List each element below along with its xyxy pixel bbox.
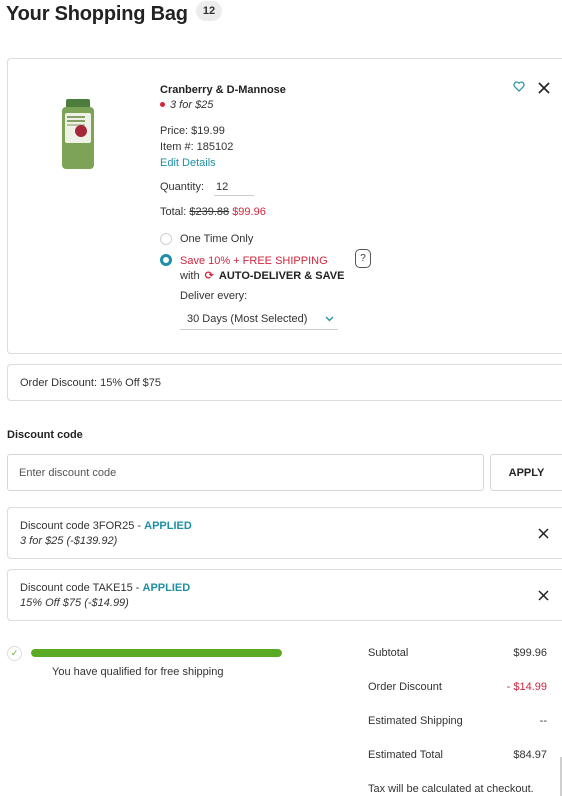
free-shipping-message: You have qualified for free shipping [52, 666, 224, 678]
deliver-every-label: Deliver every: [180, 290, 248, 302]
free-shipping-progress [31, 649, 282, 657]
applied-code-card: Discount code 3FOR25 - APPLIED 3 for $25… [7, 507, 562, 559]
summary-label-shipping: Estimated Shipping [368, 715, 463, 727]
product-card: Cranberry & D-Mannose 3 for $25 Price: $… [7, 58, 562, 354]
applied-code-title: Discount code TAKE15 - APPLIED [20, 582, 190, 594]
applied-code-name: Discount code 3FOR25 - [20, 520, 145, 532]
autodeliver-program: with ⟳ AUTO-DELIVER & SAVE [180, 269, 344, 282]
total-line: Total: $239.88 $99.96 [160, 206, 266, 218]
chevron-down-icon [325, 310, 334, 328]
discount-code-heading: Discount code [7, 429, 83, 441]
discount-code-input[interactable] [7, 454, 484, 491]
promo-dot-icon [160, 101, 165, 107]
heart-icon[interactable] [513, 81, 525, 95]
applied-code-title: Discount code 3FOR25 - APPLIED [20, 520, 192, 532]
quantity-label: Quantity: [160, 181, 205, 193]
applied-code-name: Discount code TAKE15 - [20, 582, 143, 594]
checkmark-icon: ✓ [7, 646, 22, 661]
refresh-icon: ⟳ [204, 270, 214, 282]
close-icon[interactable] [538, 587, 549, 604]
product-item-number: Item #: 185102 [160, 141, 234, 153]
autodeliver-offer[interactable]: Save 10% + FREE SHIPPING [180, 255, 328, 267]
bottle-label-text [67, 116, 85, 118]
apply-button[interactable]: APPLY [490, 454, 562, 491]
close-icon[interactable] [538, 80, 550, 97]
product-price: Price: $19.99 [160, 125, 225, 137]
tax-note: Tax will be calculated at checkout. [368, 783, 534, 795]
one-time-label[interactable]: One Time Only [180, 233, 253, 245]
bag-count-badge: 12 [196, 1, 222, 21]
summary-label-total: Estimated Total [368, 749, 444, 761]
autodeliver-with: with [180, 270, 200, 282]
edit-details-link[interactable]: Edit Details [160, 157, 216, 169]
order-discount-banner: Order Discount: 15% Off $75 [7, 364, 562, 401]
applied-code-detail: 3 for $25 (-$139.92) [20, 535, 118, 547]
help-icon[interactable]: ? [355, 249, 371, 268]
summary-value-total: $84.97 [513, 749, 547, 761]
applied-status: APPLIED [142, 582, 191, 594]
deliver-frequency-value: 30 Days (Most Selected) [187, 313, 308, 325]
promo-text: 3 for $25 [170, 99, 214, 111]
page-title: Your Shopping Bag [6, 3, 188, 25]
bottle-berry-graphic [75, 125, 87, 137]
applied-code-card: Discount code TAKE15 - APPLIED 15% Off $… [7, 569, 562, 621]
summary-value-shipping: -- [539, 715, 547, 727]
product-promo: 3 for $25 [160, 99, 213, 111]
total-label: Total: [160, 206, 187, 218]
applied-status: APPLIED [144, 520, 192, 532]
autodeliver-radio[interactable] [160, 254, 172, 266]
progress-fill [31, 649, 282, 657]
order-discount-text: Order Discount: 15% Off $75 [20, 377, 162, 389]
product-image[interactable] [62, 99, 94, 171]
total-original: $239.88 [189, 206, 230, 218]
product-name[interactable]: Cranberry & D-Mannose [160, 84, 286, 96]
close-icon[interactable] [538, 525, 549, 542]
autodeliver-name: AUTO-DELIVER & SAVE [218, 270, 345, 282]
quantity-input[interactable] [214, 179, 254, 196]
summary-label-subtotal: Subtotal [368, 647, 409, 659]
deliver-frequency-select[interactable]: 30 Days (Most Selected) [180, 310, 338, 330]
summary-label-order-discount: Order Discount [368, 681, 442, 693]
applied-code-detail: 15% Off $75 (-$14.99) [20, 597, 129, 609]
one-time-radio[interactable] [160, 233, 172, 245]
total-sale: $99.96 [232, 206, 266, 218]
summary-value-order-discount: - $14.99 [506, 681, 547, 693]
summary-value-subtotal: $99.96 [513, 647, 547, 659]
